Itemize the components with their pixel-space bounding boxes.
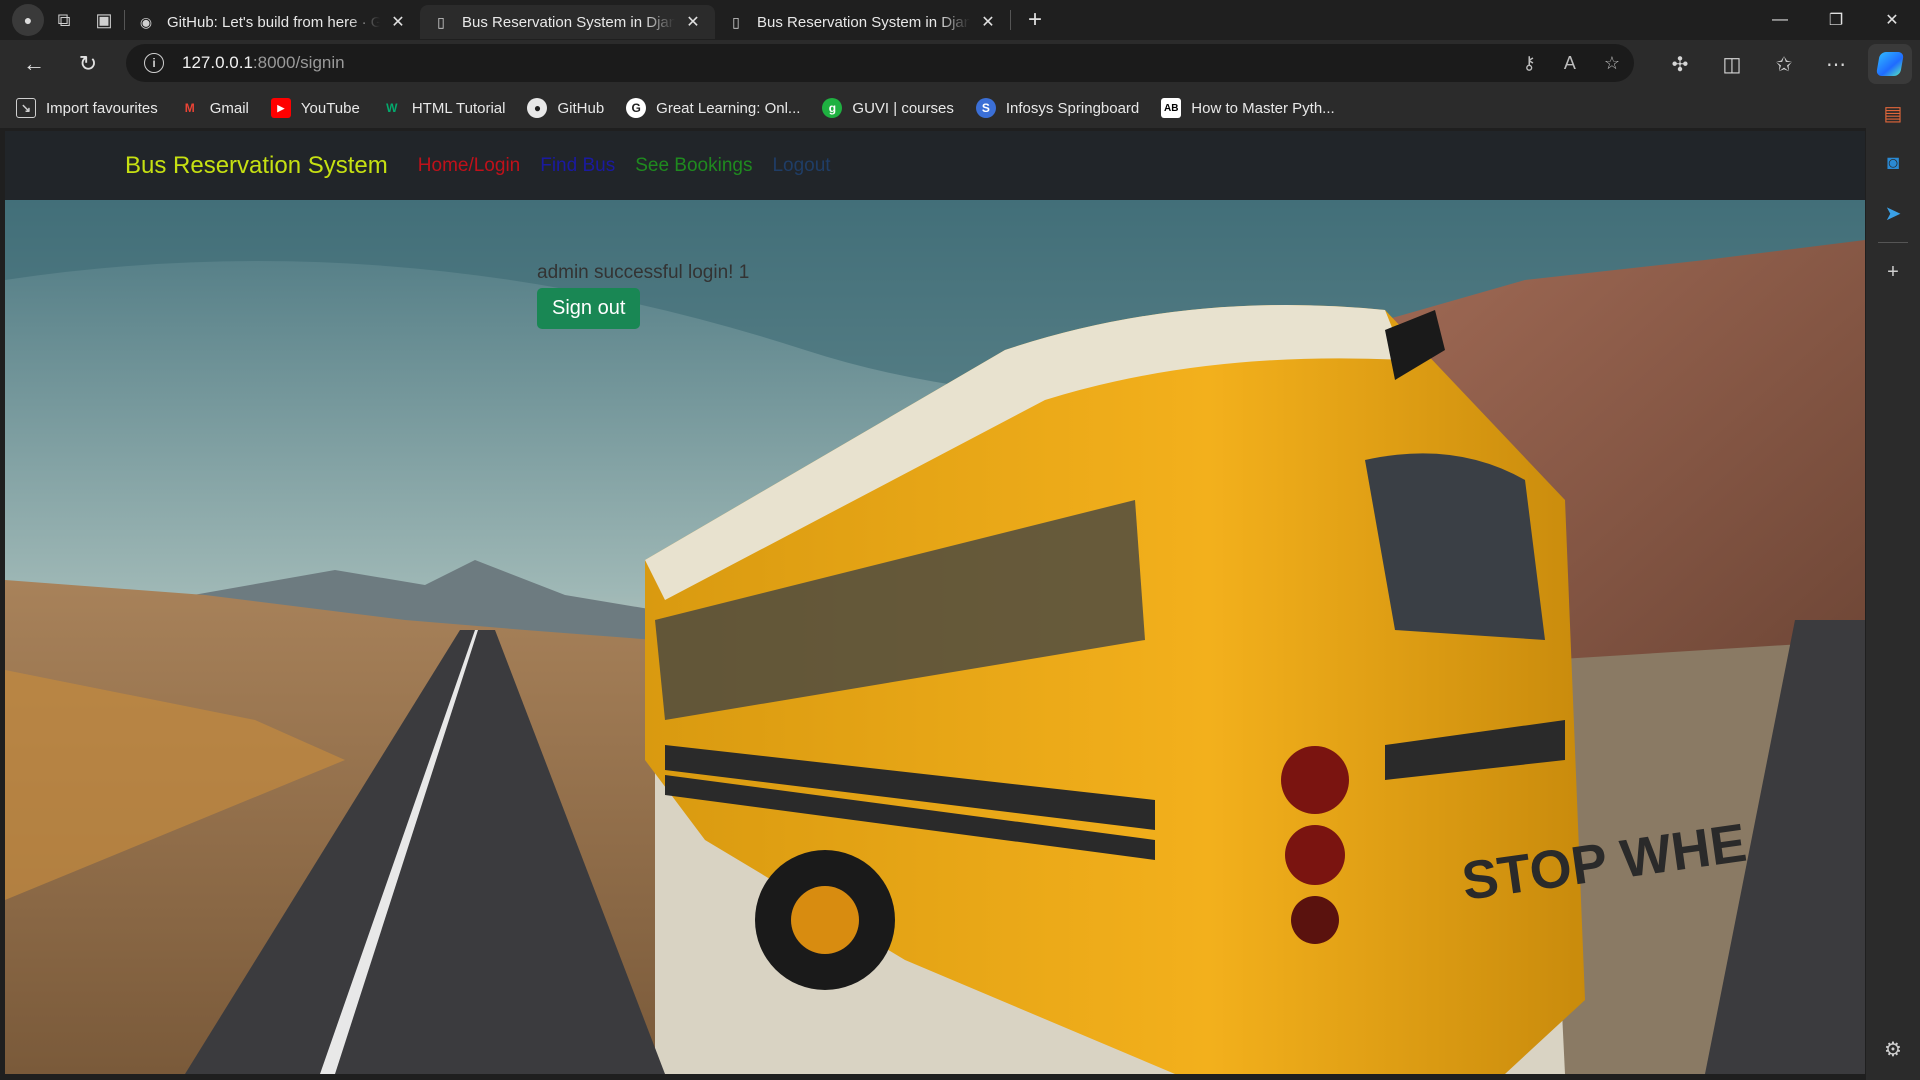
page-icon: ▯ [732, 13, 740, 30]
favorite-star-icon[interactable]: ☆ [1604, 53, 1620, 74]
nav-see-bookings[interactable]: See Bookings [635, 155, 752, 177]
bookmark-import-favourites[interactable]: ↘ Import favourites [16, 98, 158, 118]
favorites-icon[interactable]: ✩ [1758, 44, 1810, 84]
bookmark-label: Great Learning: Onl... [656, 99, 801, 117]
tab-title: GitHub: Let's build from here · Gi [167, 13, 380, 31]
sidebar-divider [1878, 242, 1908, 243]
tab-github[interactable]: ◉ GitHub: Let's build from here · Gi ✕ [125, 5, 420, 39]
login-status-panel: admin successful login! 1 Sign out [537, 262, 749, 329]
bookmark-label: Gmail [209, 99, 249, 117]
background-bus-image: STOP WHE [5, 200, 1865, 1074]
close-icon[interactable]: ✕ [388, 12, 408, 32]
restore-button[interactable]: ❐ [1808, 0, 1864, 40]
close-icon[interactable]: ✕ [683, 12, 703, 32]
guvi-icon: g [822, 98, 843, 118]
bookmark-label: YouTube [300, 99, 360, 117]
outlook-icon[interactable]: ◙ [1866, 138, 1920, 188]
tab-title: Bus Reservation System in Djang [757, 13, 970, 31]
copilot-icon [1875, 52, 1905, 76]
add-sidebar-app-icon[interactable]: + [1866, 247, 1920, 297]
toolbar-actions: ✣ ◫ ✩ ⋯ [1654, 40, 1920, 88]
github-icon: ● [527, 98, 548, 118]
bookmark-github[interactable]: ● GitHub [527, 98, 604, 118]
browser-window: ● ⧉ ▣ ◉ GitHub: Let's build from here · … [0, 0, 1920, 1080]
bookmarks-bar: ↘ Import favourites M Gmail ▶ YouTube W HTML… [0, 88, 1920, 128]
password-key-icon[interactable]: ⚷ [1523, 53, 1536, 74]
sign-out-button[interactable]: Sign out [537, 288, 641, 329]
read-aloud-icon[interactable]: A [1564, 53, 1576, 74]
site-navbar: Bus Reservation System Home/Login Find B… [5, 131, 1865, 200]
bookmark-infosys-springboard[interactable]: S Infosys Springboard [975, 98, 1140, 118]
refresh-button[interactable]: ↻ [68, 44, 108, 84]
bookmark-gmail[interactable]: M Gmail [180, 98, 249, 118]
close-window-button[interactable]: ✕ [1864, 0, 1920, 40]
new-tab-button[interactable]: + [1017, 2, 1053, 38]
tab-divider [1010, 10, 1011, 30]
bookmark-great-learning[interactable]: G Great Learning: Onl... [626, 98, 800, 118]
nav-home-login[interactable]: Home/Login [418, 155, 520, 177]
ab-icon: AB [1161, 98, 1182, 118]
page-viewport: STOP WHE Bus Reservation System Home/Log… [5, 131, 1865, 1074]
bookmark-label: GUVI | courses [852, 99, 954, 117]
tools-briefcase-icon[interactable]: ▤ [1866, 88, 1920, 138]
nav-logout[interactable]: Logout [772, 155, 830, 177]
site-brand[interactable]: Bus Reservation System [125, 152, 388, 180]
workspaces-icon[interactable]: ⧉ [44, 0, 84, 40]
back-button[interactable]: ← [14, 44, 54, 84]
site-info-icon[interactable]: i [144, 53, 164, 73]
telegram-icon[interactable]: ➤ [1866, 188, 1920, 238]
github-icon: ◉ [139, 13, 153, 30]
bookmark-label: HTML Tutorial [411, 99, 506, 117]
nav-find-bus[interactable]: Find Bus [540, 155, 615, 177]
profile-avatar[interactable]: ● [12, 4, 44, 36]
url-host: 127.0.0.1 [182, 53, 253, 72]
bookmark-guvi[interactable]: g GUVI | courses [822, 98, 954, 118]
url-path: :8000/signin [252, 53, 345, 72]
bookmark-youtube[interactable]: ▶ YouTube [270, 98, 360, 118]
bookmark-how-to-master-python[interactable]: AB How to Master Pyth... [1161, 98, 1335, 118]
tab-bus-reservation-active[interactable]: ▯ Bus Reservation System in Djang ✕ [420, 5, 715, 39]
bookmark-label: Import favourites [46, 99, 158, 117]
bookmark-label: Infosys Springboard [1005, 99, 1140, 117]
gmail-icon: M [184, 101, 195, 115]
bookmark-label: GitHub [557, 99, 605, 117]
more-icon[interactable]: ⋯ [1810, 44, 1862, 84]
minimize-button[interactable]: — [1752, 0, 1808, 40]
copilot-button[interactable] [1868, 44, 1912, 84]
split-screen-icon[interactable]: ◫ [1706, 44, 1758, 84]
bookmark-html-tutorial[interactable]: W HTML Tutorial [382, 98, 506, 118]
tab-title: Bus Reservation System in Djang [462, 13, 675, 31]
close-icon[interactable]: ✕ [978, 12, 998, 32]
address-bar[interactable]: i 127.0.0.1:8000/signin ⚷ A ☆ [126, 44, 1634, 82]
window-controls: — ❐ ✕ [1752, 0, 1920, 40]
tab-strip: ● ⧉ ▣ ◉ GitHub: Let's build from here · … [0, 0, 1920, 40]
sidebar-settings-icon[interactable]: ⚙ [1866, 1024, 1920, 1074]
login-success-message: admin successful login! 1 [537, 262, 750, 283]
infosys-icon: S [975, 98, 996, 118]
import-icon: ↘ [16, 98, 36, 118]
edge-sidebar: ▤ ◙ ➤ + ⚙ [1866, 88, 1920, 1080]
bookmark-label: How to Master Pyth... [1191, 99, 1335, 117]
toolbar: ← ↻ i 127.0.0.1:8000/signin ⚷ A ☆ ✣ ◫ ✩ … [0, 40, 1920, 88]
tab-bus-reservation[interactable]: ▯ Bus Reservation System in Djang ✕ [715, 5, 1010, 39]
w3schools-icon: W [386, 101, 398, 115]
extensions-icon[interactable]: ✣ [1654, 44, 1706, 84]
youtube-icon: ▶ [270, 98, 291, 118]
page-icon: ▯ [437, 13, 445, 30]
address-actions: ⚷ A ☆ [1523, 44, 1620, 82]
tab-actions-icon[interactable]: ▣ [84, 0, 124, 40]
great-learning-icon: G [626, 98, 647, 118]
